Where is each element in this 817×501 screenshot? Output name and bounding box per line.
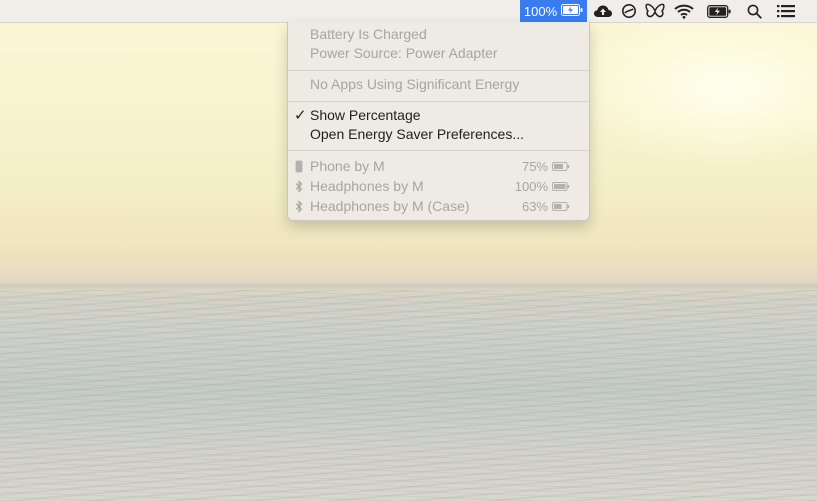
phone-icon (293, 157, 305, 176)
menu-list-icon[interactable] (775, 3, 797, 19)
device-battery-percent: 75% (521, 159, 548, 174)
battery-status-text: Battery Is Charged (310, 26, 427, 42)
open-energy-saver-menu-item[interactable]: Open Energy Saver Preferences... (310, 125, 524, 144)
menu-separator (288, 70, 589, 71)
battery-icon (552, 197, 572, 216)
battery-charging-icon[interactable] (706, 3, 732, 19)
power-source-text: Power Source: Power Adapter (310, 45, 498, 61)
battery-dropdown-menu: Battery Is Charged Power Source: Power A… (287, 22, 590, 221)
menu-bar: 100% (0, 0, 817, 23)
wallpaper-sun-glow (560, 20, 817, 170)
menu-separator (288, 150, 589, 151)
energy-usage-text: No Apps Using Significant Energy (310, 76, 520, 92)
wallpaper-horizon (0, 282, 817, 290)
search-icon[interactable] (745, 3, 763, 19)
wifi-icon[interactable] (673, 3, 695, 19)
device-name: Headphones by M (Case) (310, 198, 470, 214)
device-name: Phone by M (310, 158, 385, 174)
battery-icon (552, 177, 572, 196)
device-battery-percent: 100% (514, 179, 548, 194)
battery-icon (552, 157, 572, 176)
battery-status-item[interactable]: 100% (520, 0, 587, 22)
butterfly-icon[interactable] (644, 3, 666, 19)
battery-percent-label: 100% (523, 3, 558, 19)
menu-separator (288, 101, 589, 102)
bluetooth-icon (293, 197, 305, 216)
cloud-upload-icon[interactable] (592, 3, 614, 19)
focus-circle-icon[interactable] (620, 3, 638, 19)
bluetooth-icon (293, 177, 305, 196)
device-battery-percent: 63% (521, 199, 548, 214)
battery-charging-icon (561, 3, 583, 19)
wallpaper-sea (0, 290, 817, 501)
show-percentage-menu-item[interactable]: Show Percentage (310, 106, 421, 125)
checkmark-icon: ✓ (294, 107, 307, 124)
device-name: Headphones by M (310, 178, 424, 194)
